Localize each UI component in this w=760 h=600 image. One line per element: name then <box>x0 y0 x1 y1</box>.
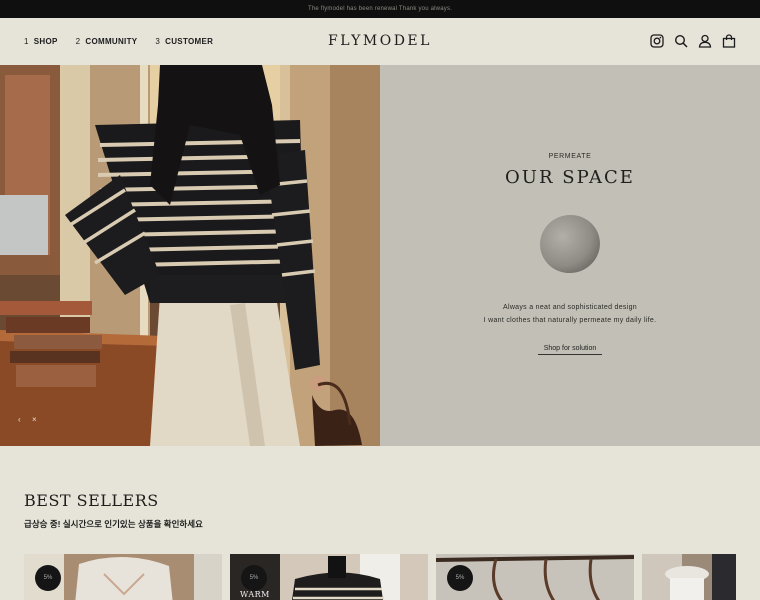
product-card[interactable]: 5% <box>24 554 222 600</box>
hero-desc-line: I want clothes that naturally permeate m… <box>483 317 657 324</box>
hero-description: Always a neat and sophisticated design I… <box>380 301 760 327</box>
discount-badge: 5% <box>241 565 267 591</box>
site-header: 1 SHOP 2 COMMUNITY 3 CUSTOMER FLYMODEL <box>0 18 760 65</box>
close-icon[interactable]: × <box>32 415 42 425</box>
bag-icon[interactable] <box>722 34 736 48</box>
discount-badge: 5% <box>35 565 61 591</box>
hero-desc-line: Always a neat and sophisticated design <box>503 304 637 311</box>
pebble-image <box>538 211 602 275</box>
search-icon[interactable] <box>674 34 688 48</box>
product-carousel: 5% 5% WARM 5% <box>24 554 736 600</box>
nav-number: 1 <box>24 37 29 46</box>
best-sellers-title: BEST SELLERS <box>24 491 159 510</box>
nav-label: SHOP <box>33 37 58 46</box>
shop-solution-link[interactable]: Shop for solution <box>538 345 602 355</box>
hero-eyebrow: PERMEATE <box>548 153 592 160</box>
product-card[interactable] <box>642 554 736 600</box>
header-icons <box>650 34 736 48</box>
announcement-bar: The flymodel has been renewal Thank you … <box>0 0 760 18</box>
slider-controls: ‹ × <box>18 415 42 425</box>
hero-title: OUR SPACE <box>505 167 635 188</box>
hero-banner: ‹ × PERMEATE OUR SPACE Always a neat and… <box>0 65 760 446</box>
nav-item-shop[interactable]: 1 SHOP <box>24 37 58 46</box>
nav-number: 3 <box>155 37 161 46</box>
instagram-icon[interactable] <box>650 34 664 48</box>
product-card[interactable]: 5% <box>436 554 634 600</box>
nav-item-community[interactable]: 2 COMMUNITY <box>76 37 138 46</box>
nav-item-customer[interactable]: 3 CUSTOMER <box>155 37 213 46</box>
user-icon[interactable] <box>698 34 712 48</box>
main-nav: 1 SHOP 2 COMMUNITY 3 CUSTOMER <box>24 18 213 65</box>
nav-label: CUSTOMER <box>165 37 214 46</box>
product-card[interactable]: 5% WARM <box>230 554 428 600</box>
hero-photo[interactable]: ‹ × <box>0 65 380 446</box>
hero-text-panel: PERMEATE OUR SPACE Always a neat and sop… <box>380 65 760 446</box>
nav-number: 2 <box>75 37 81 46</box>
card-caption: WARM <box>240 590 270 599</box>
prev-slide-button[interactable]: ‹ <box>18 415 28 425</box>
best-sellers-subtitle: 급상승 중! 실시간으로 인기있는 상품을 확인하세요 <box>24 519 203 529</box>
discount-badge: 5% <box>447 565 473 591</box>
nav-label: COMMUNITY <box>85 37 138 46</box>
